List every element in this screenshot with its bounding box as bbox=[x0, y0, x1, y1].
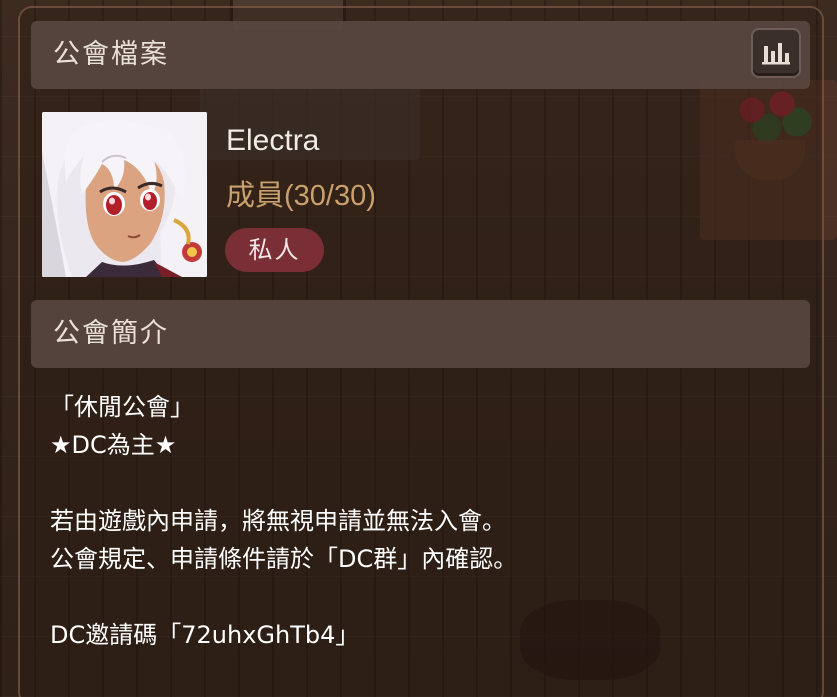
guild-profile-header: 公會檔案 bbox=[31, 21, 810, 89]
bar-chart-icon bbox=[762, 43, 790, 65]
guild-intro-header: 公會簡介 bbox=[31, 300, 810, 368]
intro-line bbox=[50, 578, 790, 616]
guild-avatar-image bbox=[42, 112, 207, 277]
guild-members: 成員(30/30) bbox=[226, 172, 376, 214]
guild-profile-title: 公會檔案 bbox=[53, 39, 169, 70]
intro-line: ★DC為主★ bbox=[50, 431, 177, 459]
intro-line bbox=[50, 464, 790, 502]
intro-line: 若由遊戲內申請，將無視申請並無法入會。 bbox=[50, 507, 506, 535]
guild-intro-text: 「休閒公會」 ★DC為主★ 若由遊戲內申請，將無視申請並無法入會。 公會規定、申… bbox=[50, 388, 790, 654]
guild-name: Electra bbox=[226, 124, 320, 157]
intro-line: DC邀請碼「72uhxGhTb4」 bbox=[50, 621, 360, 649]
privacy-badge: 私人 bbox=[225, 228, 324, 272]
intro-line: 「休閒公會」 bbox=[50, 393, 194, 421]
members-label: 成員 bbox=[226, 178, 285, 212]
members-count: (30/30) bbox=[284, 180, 376, 212]
stats-button[interactable] bbox=[751, 28, 801, 78]
intro-line: 公會規定、申請條件請於「DC群」內確認。 bbox=[50, 545, 518, 573]
guild-avatar bbox=[42, 112, 207, 277]
guild-intro-title: 公會簡介 bbox=[53, 318, 169, 349]
